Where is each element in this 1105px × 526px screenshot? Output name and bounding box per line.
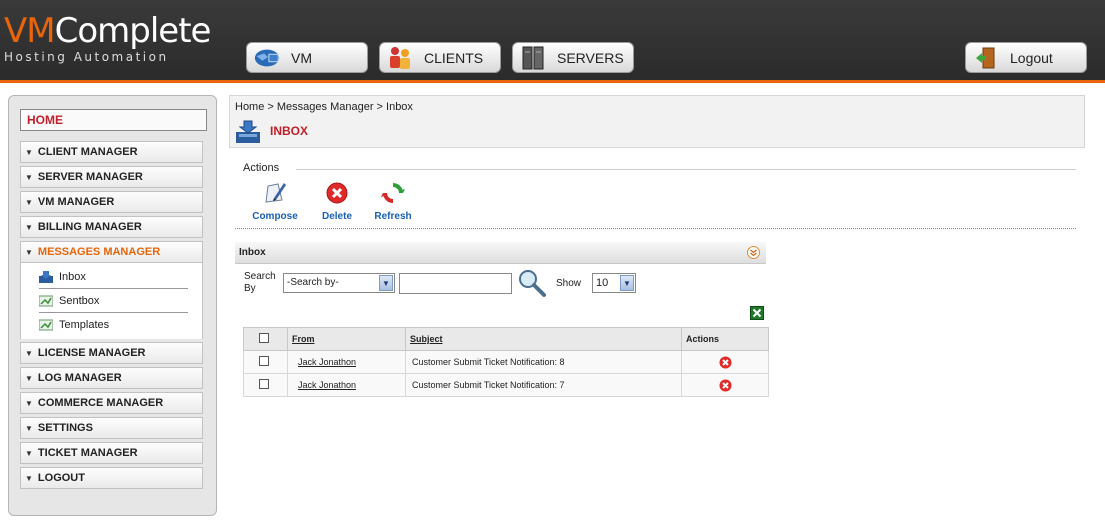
triangle-down-icon: ▼	[25, 348, 33, 358]
triangle-down-icon: ▼	[25, 423, 33, 433]
show-label: Show	[556, 278, 582, 289]
server-icon	[519, 46, 547, 70]
collapse-chevron-icon[interactable]	[747, 246, 760, 259]
refresh-icon	[380, 180, 406, 206]
inbox-panel-title: Inbox	[239, 247, 266, 258]
select-all-header	[243, 327, 288, 351]
brand-logo: VMComplete Hosting Automation	[4, 11, 211, 64]
from-column-header[interactable]: From	[287, 327, 406, 351]
delete-x-icon[interactable]	[719, 356, 732, 369]
triangle-down-icon: ▼	[25, 247, 33, 257]
dropdown-arrow-icon: ▼	[379, 275, 393, 291]
triangle-down-icon: ▼	[25, 373, 33, 383]
subject-cell[interactable]: Customer Submit Ticket Notification: 8	[405, 350, 682, 374]
sidebar-item-server-manager[interactable]: ▼ SERVER MANAGER	[20, 166, 203, 188]
exit-door-icon	[972, 46, 1000, 70]
inbox-icon	[39, 271, 53, 283]
delete-x-icon	[324, 180, 350, 206]
sidebar-subitem-inbox[interactable]: Inbox	[21, 265, 202, 289]
sidebar-item-vm-manager[interactable]: ▼ VM MANAGER	[20, 191, 203, 213]
triangle-down-icon: ▼	[25, 172, 33, 182]
sidebar-subitem-sentbox[interactable]: Sentbox	[21, 289, 202, 313]
header-accent-line	[0, 80, 1105, 83]
triangle-down-icon: ▼	[25, 197, 33, 207]
templates-icon	[38, 319, 54, 331]
search-by-select[interactable]: -Search by- ▼	[283, 273, 395, 293]
users-icon	[386, 46, 414, 70]
row-checkbox-cell	[243, 350, 288, 374]
sidebar-item-ticket-manager[interactable]: ▼ TICKET MANAGER	[20, 442, 203, 464]
sidebar-item-messages-manager[interactable]: ▼ MESSAGES MANAGER	[20, 241, 203, 263]
triangle-down-icon: ▼	[25, 448, 33, 458]
sidebar: HOME ▼ CLIENT MANAGER ▼ SERVER MANAGER ▼ VM…	[8, 95, 217, 516]
sidebar-subitem-templates[interactable]: Templates	[21, 313, 202, 337]
table-row: Jack Jonathon Customer Submit Ticket Not…	[243, 350, 769, 374]
subject-column-header[interactable]: Subject	[405, 327, 682, 351]
from-link[interactable]: Jack Jonathon	[298, 380, 356, 390]
sidebar-item-license-manager[interactable]: ▼ LICENSE MANAGER	[20, 342, 203, 364]
globe-icon	[253, 46, 281, 70]
actions-column-header: Actions	[681, 327, 769, 351]
refresh-button[interactable]: Refresh	[370, 180, 416, 222]
sidebar-menu: ▼ CLIENT MANAGER ▼ SERVER MANAGER ▼ VM MANA…	[20, 141, 203, 492]
brand-tagline: Hosting Automation	[4, 50, 169, 64]
excel-export-icon[interactable]	[750, 306, 764, 320]
table-header-row: From Subject Actions	[243, 327, 769, 351]
delete-button[interactable]: Delete	[317, 180, 357, 222]
table-row: Jack Jonathon Customer Submit Ticket Not…	[243, 373, 769, 397]
logout-button[interactable]: Logout	[965, 42, 1087, 73]
nav-clients-button[interactable]: CLIENTS	[379, 42, 501, 73]
triangle-down-icon: ▼	[25, 398, 33, 408]
brand-title: VMComplete	[4, 11, 211, 51]
sidebar-item-settings[interactable]: ▼ SETTINGS	[20, 417, 203, 439]
from-cell: Jack Jonathon	[287, 350, 406, 374]
row-checkbox-cell	[243, 373, 288, 397]
triangle-down-icon: ▼	[25, 473, 33, 483]
top-header: VMComplete Hosting Automation VM CLIENTS…	[0, 0, 1105, 80]
sidebar-item-billing-manager[interactable]: ▼ BILLING MANAGER	[20, 216, 203, 238]
page-header: Home > Messages Manager > Inbox INBOX	[229, 95, 1085, 148]
from-cell: Jack Jonathon	[287, 373, 406, 397]
sidebar-item-client-manager[interactable]: ▼ CLIENT MANAGER	[20, 141, 203, 163]
search-input[interactable]	[399, 273, 512, 294]
sidebar-item-log-manager[interactable]: ▼ LOG MANAGER	[20, 367, 203, 389]
triangle-down-icon: ▼	[25, 222, 33, 232]
breadcrumb: Home > Messages Manager > Inbox	[235, 101, 413, 113]
messages-submenu: Inbox Sentbox Templates	[20, 263, 203, 339]
compose-pen-icon	[262, 180, 288, 206]
inbox-table: From Subject Actions Jack Jonathon Custo…	[243, 327, 769, 397]
row-actions-cell	[681, 373, 769, 397]
row-checkbox[interactable]	[259, 379, 269, 389]
nav-servers-button[interactable]: SERVERS	[512, 42, 634, 73]
subject-cell[interactable]: Customer Submit Ticket Notification: 7	[405, 373, 682, 397]
actions-label: Actions	[243, 162, 280, 174]
show-count-select[interactable]: 10 ▼	[592, 273, 636, 293]
inbox-panel-header: Inbox	[235, 242, 766, 264]
delete-x-icon[interactable]	[719, 379, 732, 392]
page-title: INBOX	[270, 124, 309, 138]
inbox-tray-icon	[235, 120, 261, 144]
search-by-label: Search By	[244, 271, 276, 294]
search-icon[interactable]	[517, 268, 547, 298]
row-actions-cell	[681, 350, 769, 374]
nav-vm-button[interactable]: VM	[246, 42, 368, 73]
sidebar-item-commerce-manager[interactable]: ▼ COMMERCE MANAGER	[20, 392, 203, 414]
sidebar-item-logout[interactable]: ▼ LOGOUT	[20, 467, 203, 489]
from-link[interactable]: Jack Jonathon	[298, 357, 356, 367]
sentbox-icon	[38, 295, 54, 307]
select-all-checkbox[interactable]	[259, 333, 269, 343]
row-checkbox[interactable]	[259, 356, 269, 366]
sidebar-home[interactable]: HOME	[20, 109, 207, 131]
compose-button[interactable]: Compose	[249, 180, 301, 222]
actions-divider	[296, 169, 1076, 170]
triangle-down-icon: ▼	[25, 147, 33, 157]
actions-dotted-divider	[235, 228, 1076, 229]
dropdown-arrow-icon: ▼	[620, 275, 634, 291]
